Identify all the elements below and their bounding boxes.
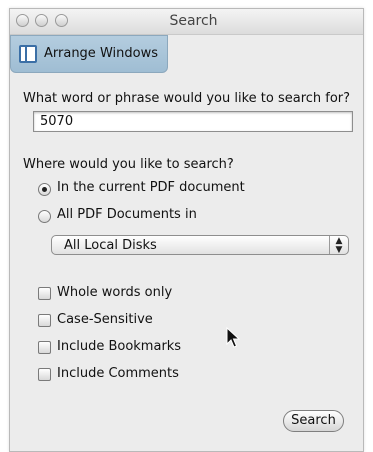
search-button[interactable]: Search [283,410,344,432]
title-bar[interactable]: Search [10,9,363,35]
window-title: Search [169,13,218,29]
all-documents-radio[interactable] [38,210,51,223]
whole-words-checkbox[interactable] [38,287,51,300]
whole-words-label[interactable]: Whole words only [57,285,172,300]
include-bookmarks-checkbox[interactable] [38,341,51,354]
include-bookmarks-label[interactable]: Include Bookmarks [57,339,181,354]
arrange-windows-button[interactable]: Arrange Windows [10,35,168,73]
case-sensitive-checkbox[interactable] [38,314,51,327]
location-popup[interactable]: All Local Disks ▲ ▼ [51,235,349,255]
location-popup-value: All Local Disks [64,238,157,253]
current-document-radio[interactable] [38,183,51,196]
location-prompt-label: Where would you like to search? [23,157,234,172]
mouse-pointer-icon [226,327,240,348]
arrange-windows-label: Arrange Windows [44,46,158,61]
up-down-arrows-icon: ▲ ▼ [329,236,348,255]
all-documents-label[interactable]: All PDF Documents in [57,207,197,222]
search-prompt-label: What word or phrase would you like to se… [23,91,351,106]
case-sensitive-label[interactable]: Case-Sensitive [57,312,153,327]
current-document-label[interactable]: In the current PDF document [57,180,245,195]
include-comments-checkbox[interactable] [38,368,51,381]
include-comments-label[interactable]: Include Comments [57,366,179,381]
search-window: Search Arrange Windows What word or phra… [9,8,364,452]
arrange-windows-icon [19,45,37,63]
search-input[interactable] [33,111,353,132]
